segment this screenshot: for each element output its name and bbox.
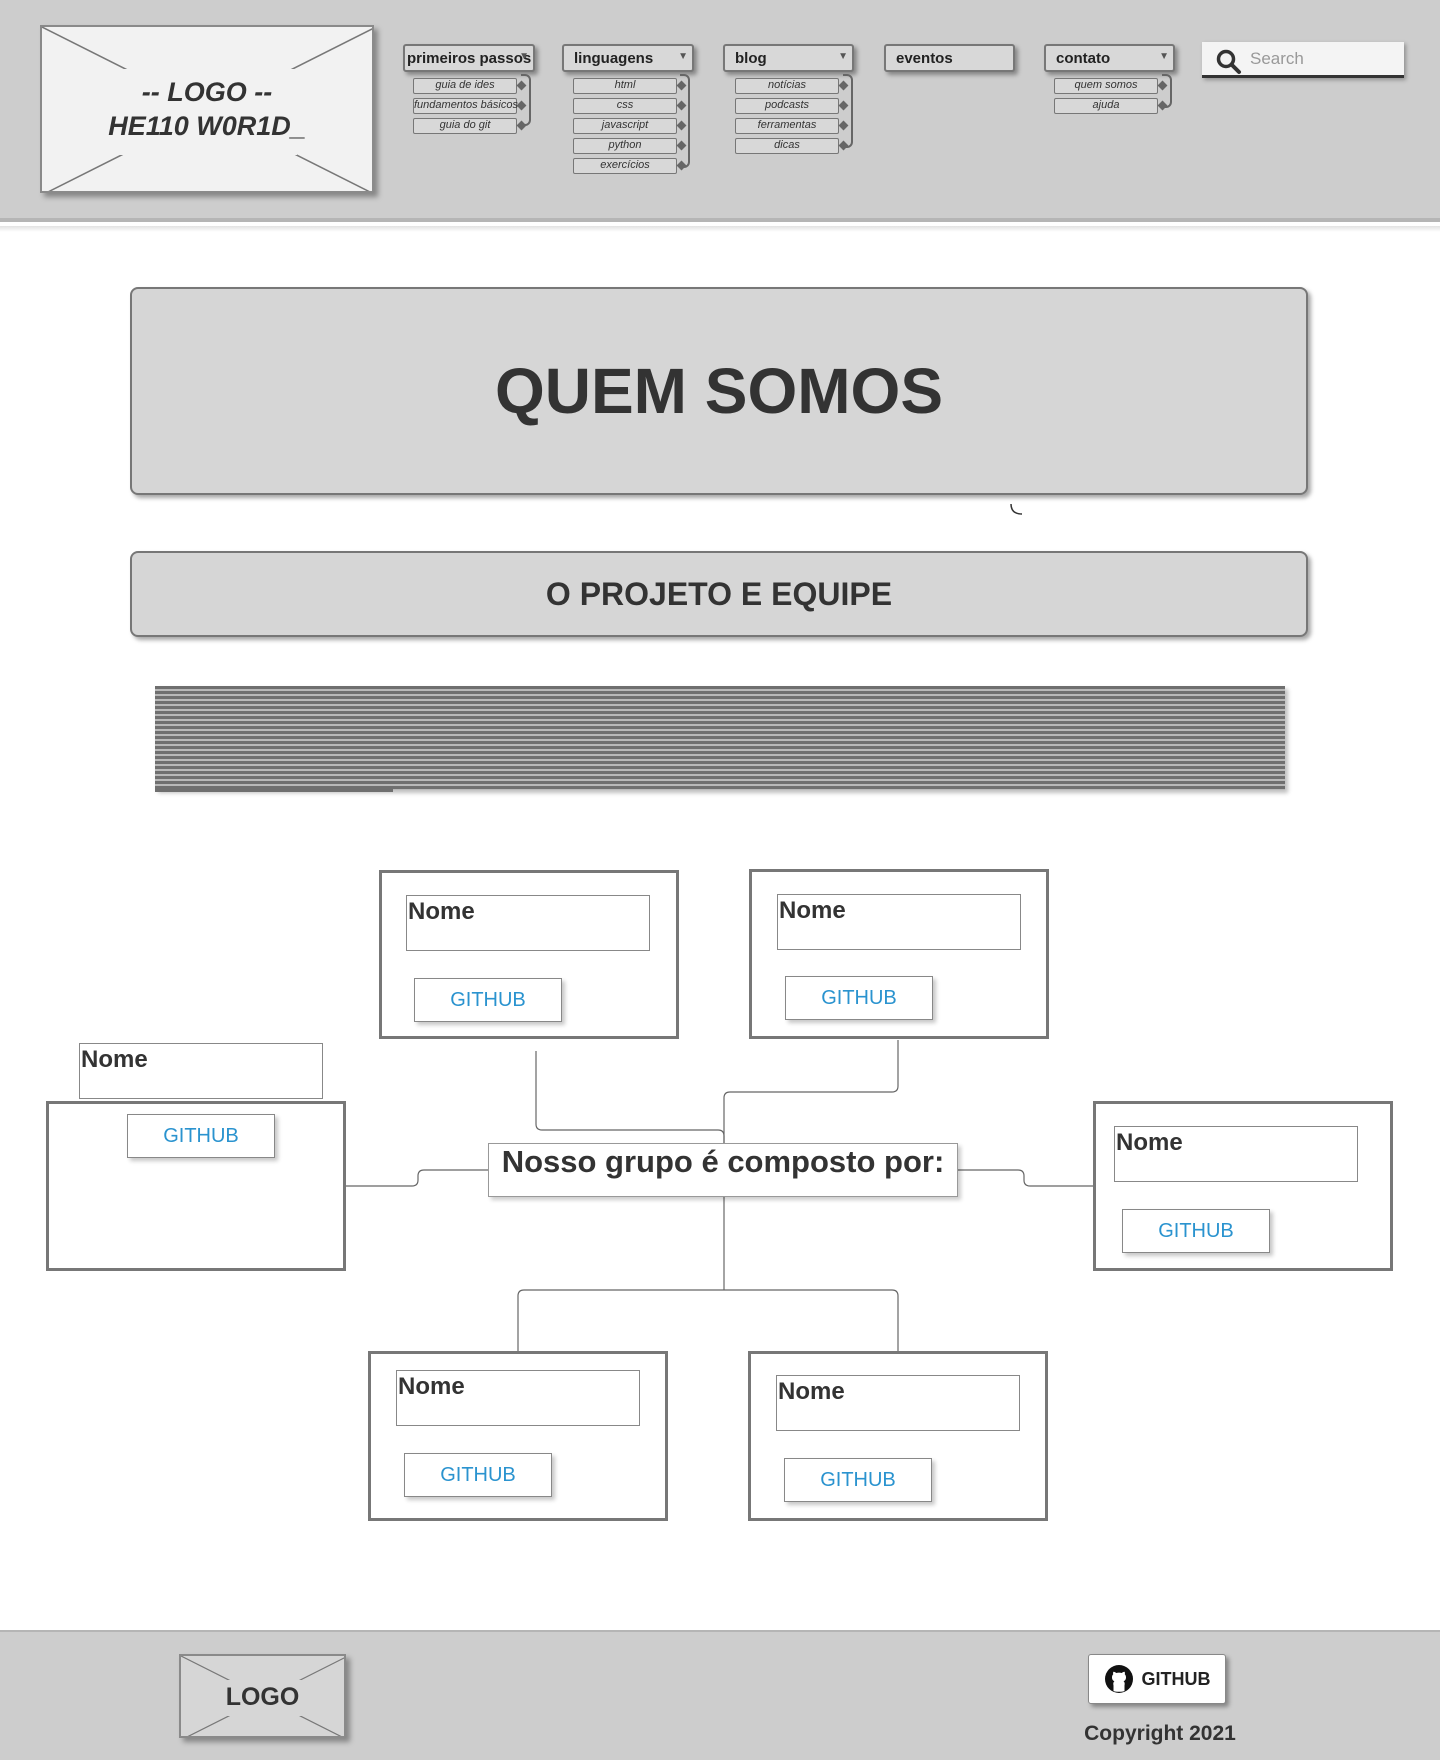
submenu-contato: quem somos ajuda [1054,78,1168,114]
connector-line [535,1051,725,1143]
submenu-blog: notícias podcasts ferramentas dicas [735,78,849,154]
submenu-primeiros-passos: guia de ides fundamentos básicos guia do… [413,78,527,134]
submenu-item[interactable]: javascript [573,118,687,134]
submenu-item[interactable]: css [573,98,687,114]
submenu-item[interactable]: guia do git [413,118,527,134]
submenu-item[interactable]: podcasts [735,98,849,114]
nav-menu-label: contato [1056,50,1111,67]
submenu-item[interactable]: ferramentas [735,118,849,134]
connector-line [723,1040,899,1143]
submenu-item[interactable]: fundamentos básicos [413,98,527,114]
team-connectors [345,1040,1093,1353]
connector-line [345,1169,488,1187]
chevron-down-icon: ▼ [1159,51,1169,62]
chevron-down-icon: ▼ [678,51,688,62]
member-github-button[interactable]: GITHUB [784,1458,932,1502]
github-icon [1104,1665,1133,1693]
copyright-text: Copyright 2021 [1084,1722,1236,1745]
section-banner: O PROJETO E EQUIPE [130,551,1308,637]
connector-line [958,1169,1093,1187]
member-github-button[interactable]: GITHUB [785,976,933,1020]
submenu-item[interactable]: notícias [735,78,849,94]
submenu-bracket [680,74,690,168]
member-name: Nome [1114,1126,1358,1182]
header-divider [0,226,1440,232]
search-icon [1216,49,1241,74]
text-placeholder-block [155,686,1285,790]
member-name: Nome [79,1043,323,1099]
submenu-bracket [843,74,853,148]
team-center-label: Nosso grupo é composto por: [488,1143,958,1197]
footer-github-button[interactable]: GITHUB [1088,1654,1226,1704]
member-github-button[interactable]: GITHUB [414,978,562,1022]
submenu-item[interactable]: python [573,138,687,154]
search-input[interactable] [1250,48,1398,70]
submenu-item[interactable]: dicas [735,138,849,154]
chevron-down-icon: ▼ [838,51,848,62]
cursor-mark [1010,503,1023,515]
member-github-button[interactable]: GITHUB [1122,1209,1270,1253]
nav-menu-primeiros-passos[interactable]: primeiros passos ▼ [403,44,535,72]
member-name: Nome [396,1370,640,1426]
nav-menu-label: primeiros passos [407,50,532,67]
header-logo[interactable]: -- LOGO -- HE110 W0R1D_ [40,25,374,193]
submenu-item[interactable]: quem somos [1054,78,1168,94]
member-name: Nome [777,894,1021,950]
hero-banner: QUEM SOMOS [130,287,1308,495]
connector-line [724,1289,899,1353]
connector-line [517,1289,724,1353]
footer-logo[interactable]: LOGO [179,1654,346,1738]
logo-line-1: -- LOGO -- [141,77,273,107]
logo-line-2: HE110 W0R1D_ [108,111,306,141]
submenu-bracket [1162,74,1172,108]
search-bar [1202,42,1404,78]
nav-menu-label: blog [735,50,767,67]
submenu-bracket [521,74,531,126]
submenu-linguagens: html css javascript python exercícios [573,78,687,174]
nav-menu-label: linguagens [574,50,654,67]
member-name: Nome [776,1375,1020,1431]
member-github-button[interactable]: GITHUB [127,1114,275,1158]
footer-logo-label: LOGO [225,1683,300,1711]
page-title: QUEM SOMOS [494,355,944,427]
section-title: O PROJETO E EQUIPE [545,575,893,612]
submenu-item[interactable]: html [573,78,687,94]
submenu-item[interactable]: ajuda [1054,98,1168,114]
submenu-item[interactable]: guia de ides [413,78,527,94]
footer-github-label: GITHUB [1141,1668,1211,1689]
nav-menu-contato[interactable]: contato ▼ [1044,44,1175,72]
submenu-item[interactable]: exercícios [573,158,687,174]
member-name: Nome [406,895,650,951]
member-github-button[interactable]: GITHUB [404,1453,552,1497]
nav-menu-linguagens[interactable]: linguagens ▼ [562,44,694,72]
chevron-down-icon: ▼ [519,51,529,62]
nav-menu-blog[interactable]: blog ▼ [723,44,854,72]
nav-menu-label: eventos [896,50,953,67]
text-placeholder-last-line [155,788,393,792]
nav-menu-eventos[interactable]: eventos [884,44,1015,72]
